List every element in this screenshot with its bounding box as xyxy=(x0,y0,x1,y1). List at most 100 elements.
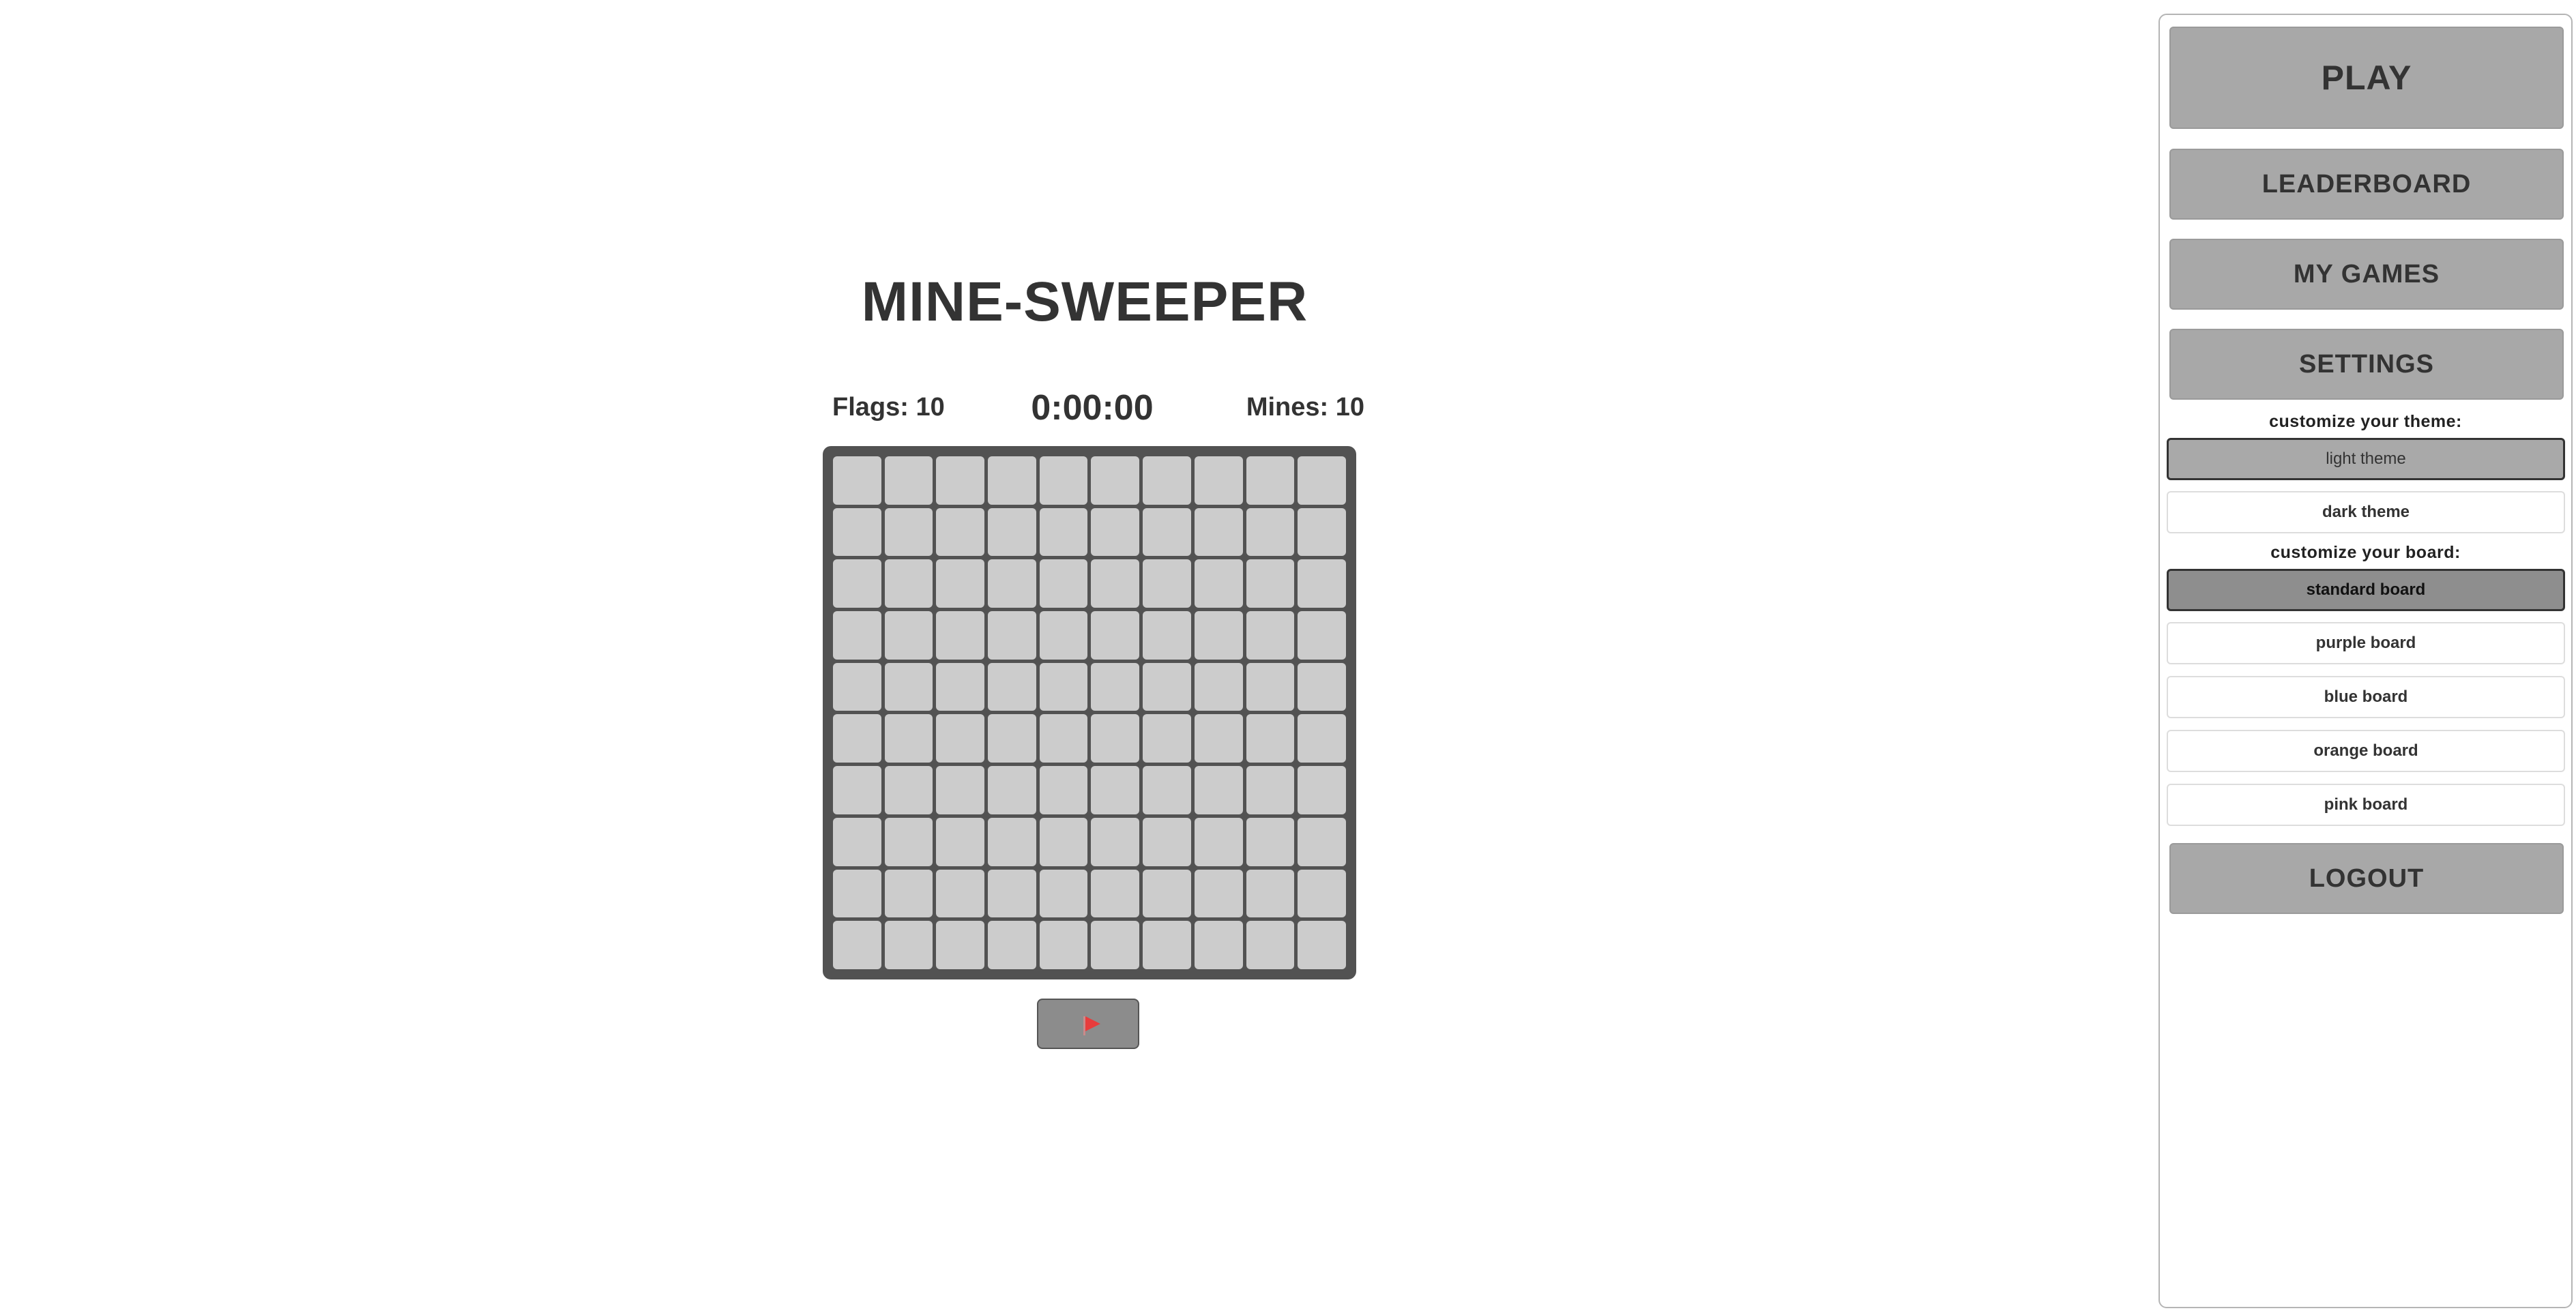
board-cell[interactable] xyxy=(884,507,933,557)
board-cell[interactable] xyxy=(1298,507,1346,557)
board-cell[interactable] xyxy=(1143,662,1191,711)
board-cell[interactable] xyxy=(1298,456,1346,505)
board-cell[interactable] xyxy=(988,507,1036,557)
board-cell[interactable] xyxy=(1143,766,1191,814)
board-cell[interactable] xyxy=(833,611,881,660)
board-cell[interactable] xyxy=(1039,559,1088,608)
board-cell[interactable] xyxy=(833,507,881,557)
board-cell[interactable] xyxy=(1194,921,1243,969)
board-cell[interactable] xyxy=(1298,817,1346,866)
board-cell[interactable] xyxy=(833,766,881,814)
board-cell[interactable] xyxy=(1143,869,1191,918)
board-cell[interactable] xyxy=(1091,817,1140,866)
board-cell[interactable] xyxy=(833,662,881,711)
board-cell[interactable] xyxy=(988,869,1036,918)
board-cell[interactable] xyxy=(936,921,985,969)
board-cell[interactable] xyxy=(988,559,1036,608)
board-cell[interactable] xyxy=(1194,714,1243,763)
board-cell[interactable] xyxy=(1246,766,1295,814)
board-cell[interactable] xyxy=(1194,869,1243,918)
board-cell[interactable] xyxy=(1143,611,1191,660)
board-cell[interactable] xyxy=(1091,662,1140,711)
board-cell[interactable] xyxy=(1246,456,1295,505)
board-cell[interactable] xyxy=(936,662,985,711)
logout-button[interactable]: LOGOUT xyxy=(2169,843,2564,914)
play-button[interactable]: PLAY xyxy=(2169,27,2564,129)
board-cell[interactable] xyxy=(1194,456,1243,505)
board-cell[interactable] xyxy=(1298,611,1346,660)
board-cell[interactable] xyxy=(1091,869,1140,918)
dark-theme-button[interactable]: dark theme xyxy=(2167,491,2565,533)
board-cell[interactable] xyxy=(1298,766,1346,814)
board-cell[interactable] xyxy=(884,766,933,814)
board-cell[interactable] xyxy=(1194,559,1243,608)
board-cell[interactable] xyxy=(833,869,881,918)
board-cell[interactable] xyxy=(884,559,933,608)
board-cell[interactable] xyxy=(936,869,985,918)
board-cell[interactable] xyxy=(988,456,1036,505)
board-cell[interactable] xyxy=(1039,921,1088,969)
board-cell[interactable] xyxy=(1091,611,1140,660)
board-cell[interactable] xyxy=(1039,507,1088,557)
board-cell[interactable] xyxy=(988,611,1036,660)
board-cell[interactable] xyxy=(988,662,1036,711)
board-cell[interactable] xyxy=(1246,611,1295,660)
board-cell[interactable] xyxy=(884,456,933,505)
purple-board-button[interactable]: purple board xyxy=(2167,622,2565,664)
board-cell[interactable] xyxy=(1091,921,1140,969)
board-cell[interactable] xyxy=(884,817,933,866)
board-cell[interactable] xyxy=(884,662,933,711)
board-cell[interactable] xyxy=(833,714,881,763)
board-cell[interactable] xyxy=(1298,559,1346,608)
board-cell[interactable] xyxy=(1298,921,1346,969)
board-cell[interactable] xyxy=(936,559,985,608)
light-theme-button[interactable]: light theme xyxy=(2167,438,2565,480)
board-cell[interactable] xyxy=(1039,611,1088,660)
board-cell[interactable] xyxy=(936,456,985,505)
settings-button[interactable]: SETTINGS xyxy=(2169,329,2564,400)
board-cell[interactable] xyxy=(936,714,985,763)
board-cell[interactable] xyxy=(1246,714,1295,763)
board-cell[interactable] xyxy=(1143,507,1191,557)
board-cell[interactable] xyxy=(988,817,1036,866)
orange-board-button[interactable]: orange board xyxy=(2167,730,2565,772)
board-cell[interactable] xyxy=(1246,921,1295,969)
board-cell[interactable] xyxy=(1246,869,1295,918)
board-cell[interactable] xyxy=(1091,714,1140,763)
board-cell[interactable] xyxy=(1143,817,1191,866)
board-cell[interactable] xyxy=(1039,817,1088,866)
board-cell[interactable] xyxy=(1091,766,1140,814)
board-cell[interactable] xyxy=(884,611,933,660)
board-cell[interactable] xyxy=(1039,456,1088,505)
board-cell[interactable] xyxy=(1298,662,1346,711)
board-cell[interactable] xyxy=(1246,507,1295,557)
board-cell[interactable] xyxy=(936,817,985,866)
board-cell[interactable] xyxy=(1194,817,1243,866)
standard-board-button[interactable]: standard board xyxy=(2167,569,2565,611)
board-cell[interactable] xyxy=(1298,714,1346,763)
board-cell[interactable] xyxy=(1039,869,1088,918)
board-cell[interactable] xyxy=(1039,662,1088,711)
flag-mode-button[interactable] xyxy=(1037,999,1139,1049)
board-cell[interactable] xyxy=(1246,817,1295,866)
board-cell[interactable] xyxy=(1194,662,1243,711)
board-cell[interactable] xyxy=(936,507,985,557)
board-cell[interactable] xyxy=(1298,869,1346,918)
board-cell[interactable] xyxy=(833,559,881,608)
board-cell[interactable] xyxy=(833,921,881,969)
board-cell[interactable] xyxy=(1039,766,1088,814)
board-cell[interactable] xyxy=(884,714,933,763)
board-cell[interactable] xyxy=(1143,921,1191,969)
board-cell[interactable] xyxy=(1091,559,1140,608)
my-games-button[interactable]: MY GAMES xyxy=(2169,239,2564,310)
board-cell[interactable] xyxy=(1091,507,1140,557)
board-cell[interactable] xyxy=(1143,714,1191,763)
board-cell[interactable] xyxy=(1194,507,1243,557)
board-cell[interactable] xyxy=(833,817,881,866)
board-cell[interactable] xyxy=(1194,766,1243,814)
board-cell[interactable] xyxy=(1143,456,1191,505)
pink-board-button[interactable]: pink board xyxy=(2167,784,2565,826)
board-cell[interactable] xyxy=(833,456,881,505)
board-cell[interactable] xyxy=(1091,456,1140,505)
blue-board-button[interactable]: blue board xyxy=(2167,676,2565,718)
